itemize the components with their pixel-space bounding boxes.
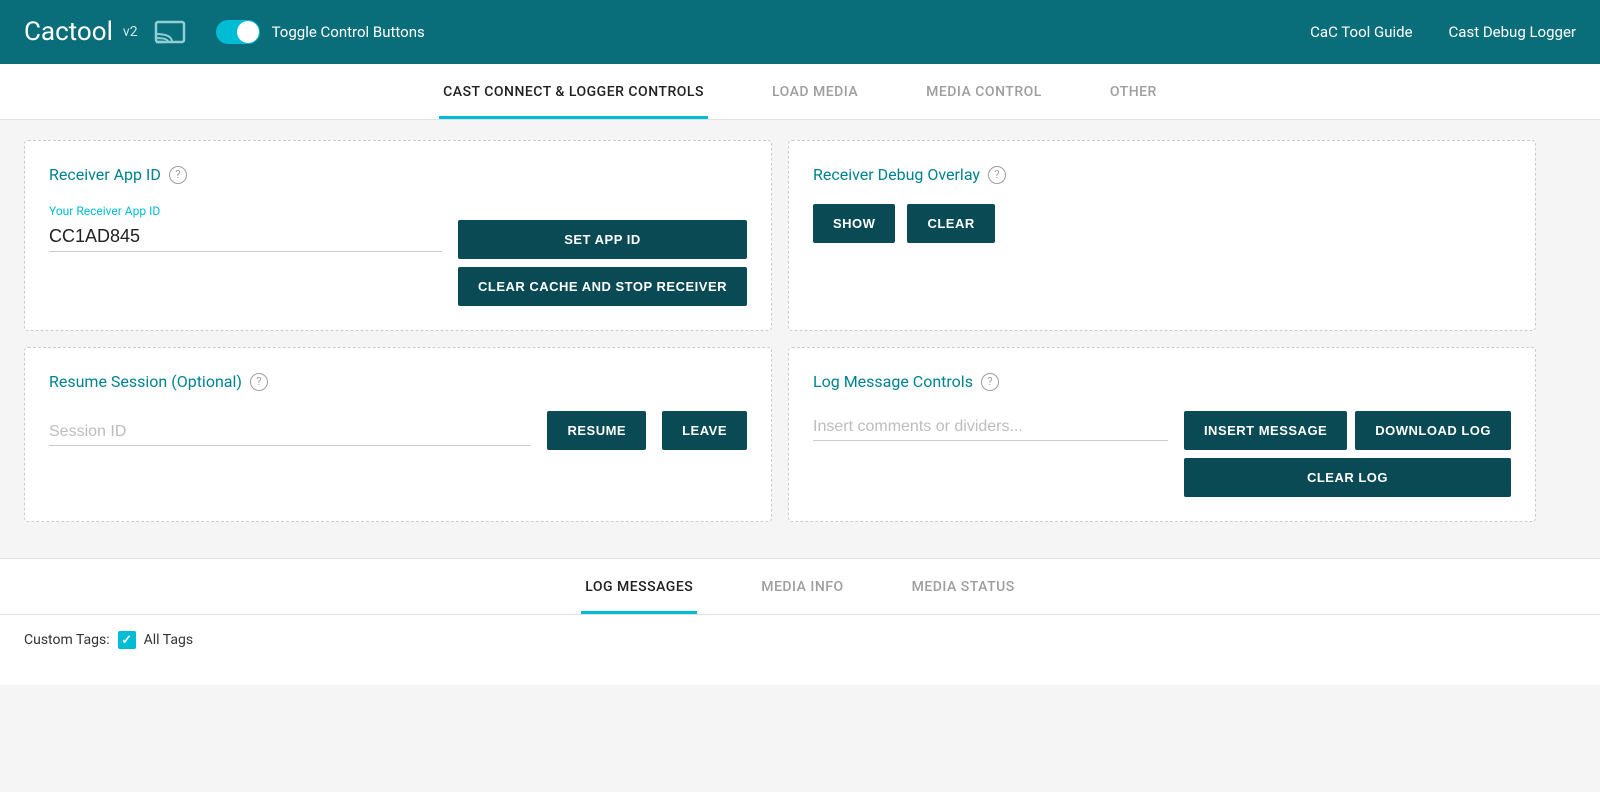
receiver-app-id-title: Receiver App ID ? (49, 165, 747, 184)
download-log-button[interactable]: DOWNLOAD LOG (1355, 411, 1511, 450)
resume-session-title: Resume Session (Optional) ? (49, 372, 747, 391)
bottom-section: LOG MESSAGES MEDIA INFO MEDIA STATUS Cus… (0, 558, 1600, 685)
log-message-controls-help-icon[interactable]: ? (981, 373, 999, 391)
receiver-app-id-input[interactable] (49, 222, 442, 252)
tab-media-control[interactable]: MEDIA CONTROL (922, 64, 1046, 119)
app-version: v2 (123, 24, 138, 40)
all-tags-label: All Tags (144, 632, 193, 648)
receiver-debug-overlay-title: Receiver Debug Overlay ? (813, 165, 1511, 184)
log-message-controls-title: Log Message Controls ? (813, 372, 1511, 391)
app-header: Cactool v2 Toggle Control Buttons CaC To… (0, 0, 1600, 64)
tab-other[interactable]: OTHER (1106, 64, 1161, 119)
bottom-content: Custom Tags: All Tags (0, 615, 1600, 665)
clear-cache-stop-receiver-button[interactable]: CLEAR CACHE AND STOP RECEIVER (458, 267, 747, 306)
log-btn-top-row: INSERT MESSAGE DOWNLOAD LOG (1184, 411, 1511, 450)
set-app-id-button[interactable]: SET APP ID (458, 220, 747, 259)
custom-tags-row: Custom Tags: All Tags (24, 631, 1576, 649)
app-name: Cactool (24, 17, 113, 47)
main-content: Receiver App ID ? Your Receiver App ID S… (0, 120, 1560, 558)
log-buttons-section: INSERT MESSAGE DOWNLOAD LOG CLEAR LOG (1184, 411, 1511, 497)
receiver-app-id-input-section: Your Receiver App ID (49, 204, 442, 252)
card-grid: Receiver App ID ? Your Receiver App ID S… (24, 140, 1536, 522)
clear-log-button[interactable]: CLEAR LOG (1184, 458, 1511, 497)
toggle-section: Toggle Control Buttons (216, 20, 425, 44)
session-id-input[interactable] (49, 416, 531, 446)
logo-section: Cactool v2 (24, 16, 192, 48)
header-nav: CaC Tool Guide Cast Debug Logger (1310, 23, 1576, 41)
all-tags-checkbox[interactable] (118, 631, 136, 649)
tab-cast-connect[interactable]: CAST CONNECT & LOGGER CONTROLS (439, 64, 708, 119)
session-id-input-section (49, 416, 531, 446)
resume-session-card: Resume Session (Optional) ? RESUME LEAVE (24, 347, 772, 522)
receiver-app-id-card: Receiver App ID ? Your Receiver App ID S… (24, 140, 772, 331)
receiver-app-id-input-label: Your Receiver App ID (49, 204, 442, 218)
log-message-controls-card: Log Message Controls ? INSERT MESSAGE DO… (788, 347, 1536, 522)
bottom-tab-bar: LOG MESSAGES MEDIA INFO MEDIA STATUS (0, 559, 1600, 615)
toggle-knob (237, 21, 259, 43)
log-message-input-section (813, 411, 1168, 441)
receiver-debug-overlay-card: Receiver Debug Overlay ? SHOW CLEAR (788, 140, 1536, 331)
bottom-tab-log-messages[interactable]: LOG MESSAGES (581, 559, 697, 614)
log-message-input[interactable] (813, 411, 1168, 441)
toggle-control-buttons-switch[interactable] (216, 20, 260, 44)
receiver-debug-overlay-help-icon[interactable]: ? (988, 166, 1006, 184)
receiver-app-id-body: Your Receiver App ID SET APP ID CLEAR CA… (49, 204, 747, 306)
bottom-tab-media-status[interactable]: MEDIA STATUS (908, 559, 1019, 614)
receiver-app-id-help-icon[interactable]: ? (169, 166, 187, 184)
resume-session-body: RESUME LEAVE (49, 411, 747, 450)
clear-debug-overlay-button[interactable]: CLEAR (907, 204, 994, 243)
leave-button[interactable]: LEAVE (662, 411, 747, 450)
log-message-controls-body: INSERT MESSAGE DOWNLOAD LOG CLEAR LOG (813, 411, 1511, 497)
receiver-app-id-buttons: SET APP ID CLEAR CACHE AND STOP RECEIVER (458, 204, 747, 306)
tab-load-media[interactable]: LOAD MEDIA (768, 64, 862, 119)
bottom-tab-media-info[interactable]: MEDIA INFO (757, 559, 847, 614)
cast-icon (154, 16, 192, 48)
resume-session-help-icon[interactable]: ? (250, 373, 268, 391)
insert-message-button[interactable]: INSERT MESSAGE (1184, 411, 1347, 450)
receiver-debug-overlay-body: SHOW CLEAR (813, 204, 1511, 243)
cac-tool-guide-link[interactable]: CaC Tool Guide (1310, 23, 1412, 41)
cast-debug-logger-link[interactable]: Cast Debug Logger (1449, 23, 1576, 41)
toggle-label: Toggle Control Buttons (272, 23, 425, 41)
top-tab-bar: CAST CONNECT & LOGGER CONTROLS LOAD MEDI… (0, 64, 1600, 120)
show-debug-overlay-button[interactable]: SHOW (813, 204, 895, 243)
resume-button[interactable]: RESUME (547, 411, 646, 450)
custom-tags-label: Custom Tags: (24, 632, 110, 648)
